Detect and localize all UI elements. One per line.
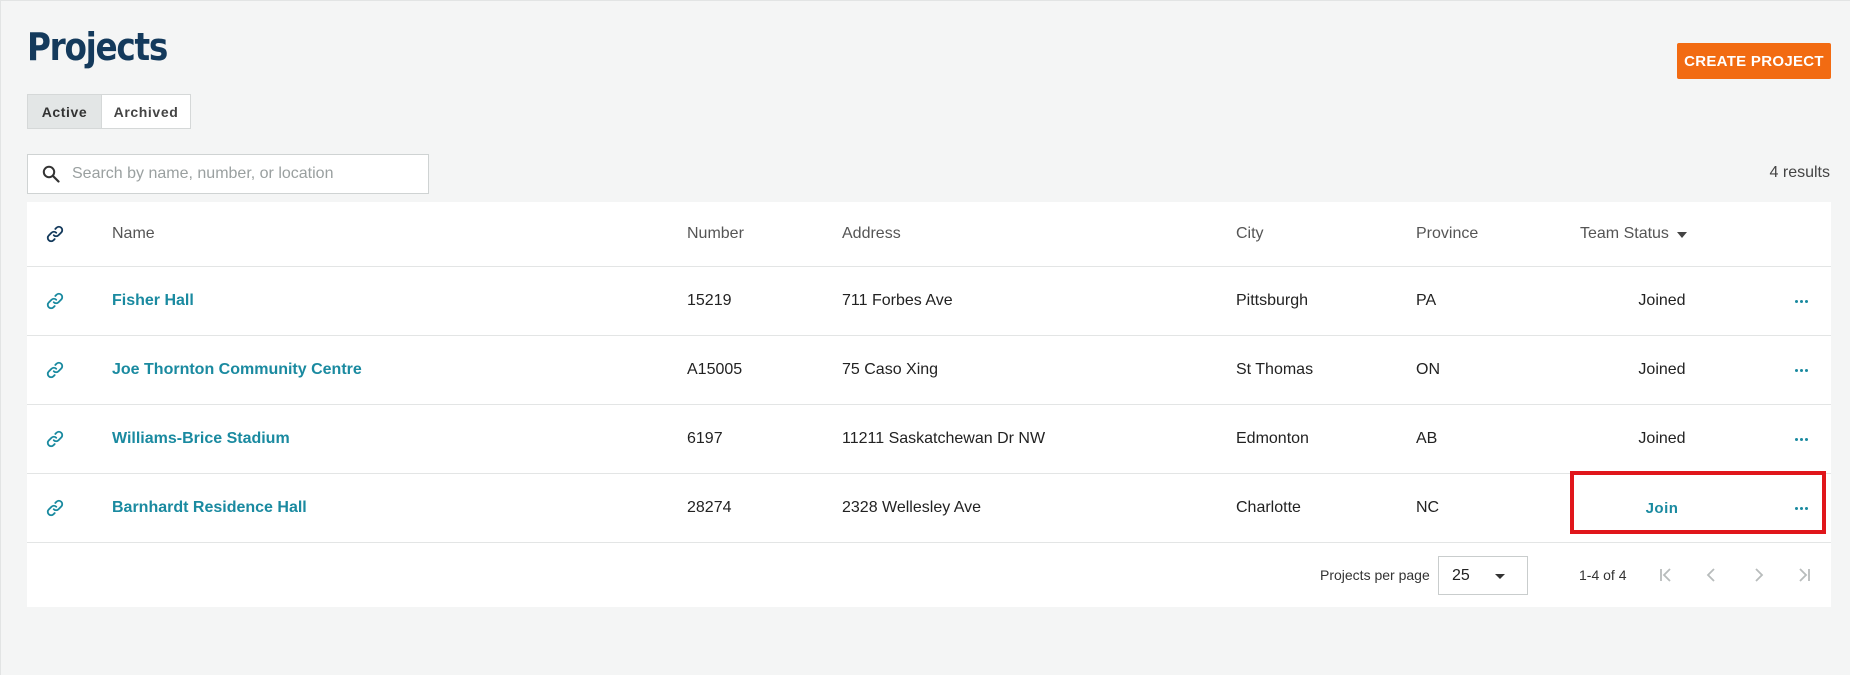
- project-number: A15005: [687, 361, 743, 378]
- projects-page: Projects CREATE PROJECT Active Archived …: [0, 0, 1850, 675]
- link-icon: [40, 202, 70, 266]
- project-city: Pittsburgh: [1236, 292, 1309, 309]
- project-address: 2328 Wellesley Ave: [842, 499, 982, 516]
- table-row: Williams-Brice Stadium 6197 11211 Saskat…: [27, 405, 1831, 474]
- project-address: 11211 Saskatchewan Dr NW: [842, 430, 1046, 447]
- per-page-value: 25: [1452, 566, 1470, 584]
- column-header-address[interactable]: Address: [842, 202, 901, 266]
- tab-archived[interactable]: Archived: [101, 95, 190, 128]
- project-number: 15219: [687, 292, 732, 309]
- link-icon[interactable]: [40, 405, 70, 473]
- project-number: 28274: [687, 499, 732, 516]
- chevron-right-icon[interactable]: [1747, 564, 1769, 586]
- more-horizontal-icon: [1794, 506, 1808, 510]
- project-city: Charlotte: [1236, 499, 1301, 516]
- table-header-row: Name Number Address City Province Team S…: [27, 202, 1831, 267]
- results-count: 4 results: [1769, 164, 1830, 181]
- more-options-button[interactable]: [1789, 474, 1813, 542]
- search-box: [27, 154, 429, 194]
- sort-down-icon[interactable]: [1676, 232, 1687, 238]
- table-row: Fisher Hall 15219 711 Forbes Ave Pittsbu…: [27, 267, 1831, 336]
- search-input[interactable]: [72, 165, 412, 183]
- project-name-link[interactable]: Fisher Hall: [112, 292, 194, 310]
- project-province: NC: [1416, 499, 1440, 516]
- column-header-team-status[interactable]: Team Status: [1580, 202, 1687, 266]
- page-range: 1-4 of 4: [1579, 566, 1627, 583]
- link-icon[interactable]: [40, 336, 70, 404]
- search-icon: [40, 163, 62, 185]
- more-options-button[interactable]: [1789, 267, 1813, 335]
- per-page-label: Projects per page: [1320, 566, 1430, 583]
- project-city: St Thomas: [1236, 361, 1314, 378]
- table-row: Joe Thornton Community Centre A15005 75 …: [27, 336, 1831, 405]
- join-project-button[interactable]: Join: [1646, 500, 1679, 517]
- page-title: Projects: [27, 25, 168, 69]
- team-status-text: Joined: [1638, 430, 1686, 447]
- more-options-button[interactable]: [1789, 336, 1813, 404]
- team-status-text: Joined: [1638, 361, 1686, 378]
- caret-down-icon: [1495, 574, 1505, 579]
- more-horizontal-icon: [1794, 368, 1808, 372]
- more-options-button[interactable]: [1789, 405, 1813, 473]
- per-page-select[interactable]: 25: [1438, 556, 1528, 595]
- tab-active[interactable]: Active: [28, 95, 101, 128]
- project-city: Edmonton: [1236, 430, 1309, 447]
- link-icon[interactable]: [40, 267, 70, 335]
- create-project-button[interactable]: CREATE PROJECT: [1677, 43, 1831, 79]
- project-name-link[interactable]: Joe Thornton Community Centre: [112, 361, 362, 379]
- first-page-icon[interactable]: [1655, 564, 1677, 586]
- column-header-number[interactable]: Number: [687, 202, 744, 266]
- table-row: Barnhardt Residence Hall 28274 2328 Well…: [27, 474, 1831, 543]
- more-horizontal-icon: [1794, 299, 1808, 303]
- project-name-link[interactable]: Barnhardt Residence Hall: [112, 499, 307, 517]
- project-province: ON: [1416, 361, 1440, 378]
- project-province: PA: [1416, 292, 1437, 309]
- project-name-link[interactable]: Williams-Brice Stadium: [112, 430, 290, 448]
- project-address: 75 Caso Xing: [842, 361, 939, 378]
- team-status-label: Team Status: [1580, 225, 1669, 242]
- column-header-city[interactable]: City: [1236, 202, 1264, 266]
- chevron-left-icon[interactable]: [1701, 564, 1723, 586]
- column-header-province[interactable]: Province: [1416, 202, 1478, 266]
- team-status-text: Joined: [1638, 292, 1686, 309]
- status-tabs: Active Archived: [27, 94, 191, 129]
- link-icon[interactable]: [40, 474, 70, 542]
- more-horizontal-icon: [1794, 437, 1808, 441]
- projects-table: Name Number Address City Province Team S…: [27, 202, 1831, 607]
- project-number: 6197: [687, 430, 723, 447]
- project-province: AB: [1416, 430, 1438, 447]
- pagination-bar: Projects per page 25 1-4 of 4: [27, 542, 1831, 607]
- project-address: 711 Forbes Ave: [842, 292, 953, 309]
- last-page-icon[interactable]: [1793, 564, 1815, 586]
- column-header-name[interactable]: Name: [112, 202, 155, 266]
